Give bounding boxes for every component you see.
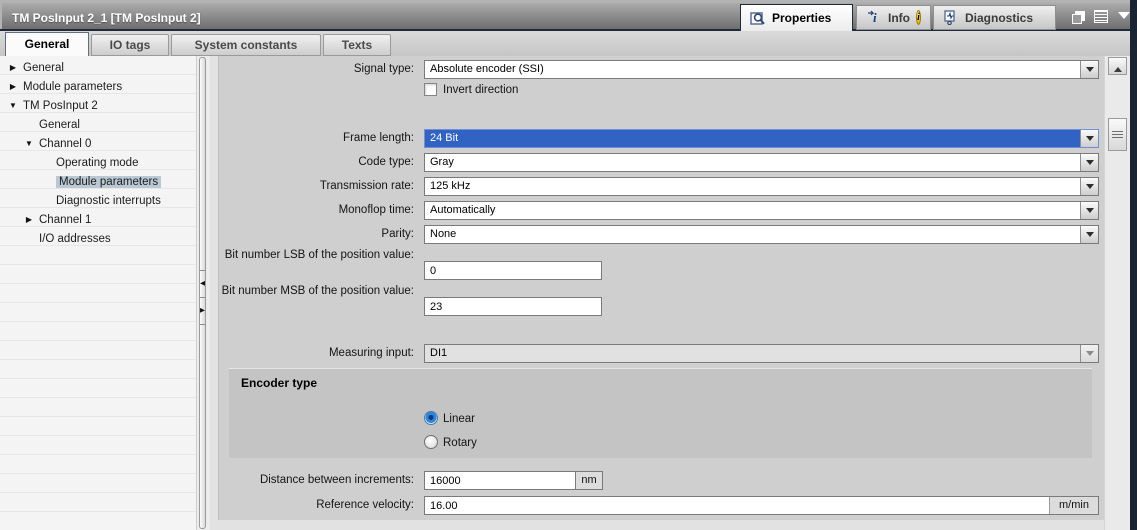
splitter-divider: [200, 324, 205, 325]
chevron-down-icon[interactable]: [1080, 178, 1098, 195]
collapse-right-icon[interactable]: ▶: [199, 298, 206, 324]
frame-length-select[interactable]: 24 Bit: [424, 129, 1099, 148]
tab-texts[interactable]: Texts: [323, 34, 391, 56]
vertical-scrollbar[interactable]: [1104, 56, 1130, 530]
scrollbar-thumb[interactable]: [1108, 118, 1127, 151]
tab-io-tags[interactable]: IO tags: [91, 34, 169, 56]
chevron-down-icon[interactable]: [1080, 61, 1098, 78]
monoflop-time-label: Monoflop time:: [338, 204, 414, 216]
window-edge: [1130, 0, 1137, 530]
tree-item-module-parameters[interactable]: Module parameters: [0, 77, 196, 96]
thumb-grip-icon: [1112, 131, 1123, 132]
transmission-rate-select[interactable]: 125 kHz: [424, 177, 1099, 196]
tab-properties[interactable]: Properties: [740, 4, 853, 31]
tree-item-operating-mode[interactable]: Operating mode: [0, 153, 196, 172]
chevron-down-icon[interactable]: [1080, 345, 1098, 362]
tab-info-label: Info: [888, 10, 910, 25]
info-icon: i: [868, 10, 877, 25]
frame-length-label: Frame length:: [343, 132, 414, 144]
invert-direction-checkbox[interactable]: [424, 83, 437, 96]
encoder-rotary-label: Rotary: [443, 437, 477, 449]
tab-general[interactable]: General: [5, 32, 89, 56]
signal-type-select[interactable]: Absolute encoder (SSI): [424, 60, 1099, 79]
content-area: Signal type: Absolute encoder (SSI) Inve…: [210, 56, 1130, 530]
parity-select[interactable]: None: [424, 225, 1099, 244]
tree-item-module-parameters-channel0[interactable]: Module parameters: [0, 172, 196, 191]
tab-strip: General IO tags System constants Texts: [0, 31, 1130, 56]
chevron-right-icon[interactable]: [24, 215, 34, 224]
parity-label: Parity:: [381, 228, 414, 240]
distance-unit-chip: nm: [576, 471, 603, 490]
tree-item-channel-1[interactable]: Channel 1: [0, 210, 196, 229]
transmission-rate-label: Transmission rate:: [319, 180, 414, 192]
invert-direction-label: Invert direction: [443, 84, 519, 96]
tree-item-tm-posinput-2[interactable]: TM PosInput 2: [0, 96, 196, 115]
bit-msb-input[interactable]: [424, 297, 602, 316]
chevron-right-icon[interactable]: [8, 82, 18, 91]
signal-type-label: Signal type:: [353, 63, 414, 75]
distance-between-increments-label: Distance between increments:: [259, 474, 414, 486]
reference-velocity-label: Reference velocity:: [316, 499, 414, 511]
encoder-linear-label: Linear: [443, 413, 475, 425]
chevron-right-icon[interactable]: [8, 63, 18, 72]
tab-diagnostics-label: Diagnostics: [965, 10, 1034, 25]
splitter-collapse-controls: ◀ ▶: [199, 270, 206, 325]
tab-diagnostics[interactable]: Diagnostics: [933, 5, 1056, 30]
thumb-grip-icon: [1112, 134, 1123, 135]
tab-properties-label: Properties: [772, 11, 832, 25]
chevron-down-icon[interactable]: [1080, 226, 1098, 243]
bit-lsb-input[interactable]: [424, 261, 602, 280]
module-parameters-form: Signal type: Absolute encoder (SSI) Inve…: [218, 56, 1104, 520]
measuring-input-select[interactable]: DI1: [424, 344, 1099, 363]
chevron-down-icon[interactable]: [1080, 130, 1098, 147]
collapse-left-icon[interactable]: ◀: [199, 271, 206, 297]
properties-window: TM PosInput 2_1 [TM PosInput 2] Properti…: [0, 0, 1137, 530]
properties-magnifier-icon: [750, 11, 765, 25]
info-badge-icon: i: [916, 10, 921, 25]
window-controls: [1072, 8, 1130, 25]
reference-velocity-field: m/min: [424, 496, 1099, 515]
reference-velocity-input[interactable]: [425, 497, 1049, 514]
monoflop-time-select[interactable]: Automatically: [424, 201, 1099, 220]
chevron-down-icon[interactable]: [1080, 202, 1098, 219]
encoder-linear-radio[interactable]: [424, 411, 438, 425]
selected-tree-item: Module parameters: [56, 175, 162, 188]
svg-text:i: i: [873, 10, 877, 25]
tab-info[interactable]: i Info i: [856, 5, 931, 30]
tree-item-general[interactable]: General: [0, 58, 196, 77]
distance-between-increments-input[interactable]: [424, 471, 576, 490]
reference-velocity-unit-chip: m/min: [1049, 497, 1098, 514]
list-icon[interactable]: [1094, 10, 1108, 23]
encoder-type-section: Encoder type Linear Rotary: [229, 368, 1092, 458]
code-type-label: Code type:: [358, 156, 414, 168]
tree-item-channel-0[interactable]: Channel 0: [0, 134, 196, 153]
pane-splitter[interactable]: ◀ ▶: [197, 56, 210, 530]
tab-system-constants[interactable]: System constants: [171, 34, 321, 56]
thumb-grip-icon: [1112, 137, 1123, 138]
tree-item-diagnostic-interrupts[interactable]: Diagnostic interrupts: [0, 191, 196, 210]
navigation-tree: General Module parameters TM PosInput 2 …: [0, 56, 197, 530]
window-title: TM PosInput 2_1 [TM PosInput 2]: [12, 11, 201, 25]
chevron-down-icon[interactable]: [24, 139, 34, 148]
code-type-select[interactable]: Gray: [424, 153, 1099, 172]
diagnostics-icon: [944, 10, 955, 25]
bit-msb-label: Bit number MSB of the position value:: [221, 285, 414, 297]
tree-item-general-child[interactable]: General: [0, 115, 196, 134]
encoder-type-title: Encoder type: [241, 376, 318, 390]
chevron-down-icon[interactable]: [8, 101, 18, 110]
bit-lsb-label: Bit number LSB of the position value:: [224, 249, 414, 261]
chevron-down-icon[interactable]: [1118, 12, 1130, 25]
duplicate-panel-icon[interactable]: [1072, 10, 1085, 24]
measuring-input-label: Measuring input:: [328, 347, 414, 359]
tree-item-io-addresses[interactable]: I/O addresses: [0, 229, 196, 248]
scroll-up-button[interactable]: [1108, 57, 1127, 75]
chevron-down-icon[interactable]: [1080, 154, 1098, 171]
encoder-rotary-radio[interactable]: [424, 435, 438, 449]
